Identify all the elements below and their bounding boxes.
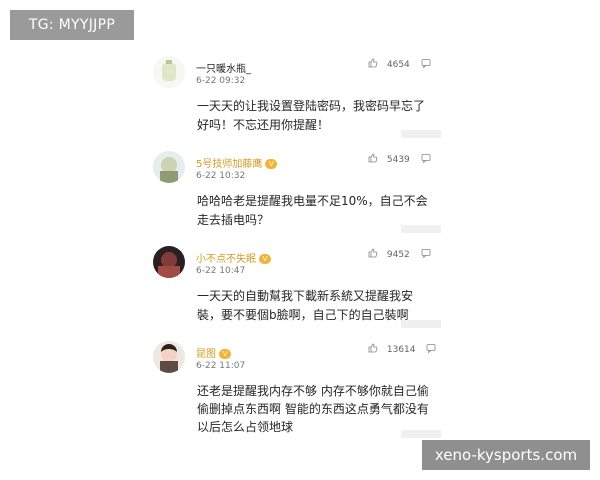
comment-feed: 一只暖水瓶_ 6-22 09:32 4654 一天天的让我设置登陆密码，我密码早… — [145, 34, 445, 444]
watermark-top-left: TG: MYYJJPP — [10, 10, 134, 40]
like-count: 9452 — [386, 250, 410, 260]
thumbs-up-icon[interactable] — [368, 58, 378, 68]
comment-text: 一天天的让我设置登陆密码，我密码早忘了好吗！不忘还用你提醒！ — [197, 99, 426, 132]
vip-badge-icon: V — [219, 349, 231, 359]
user-name[interactable]: 一只暖水瓶_ — [196, 60, 251, 75]
comment-item: 一只暖水瓶_ 6-22 09:32 4654 一天天的让我设置登陆密码，我密码早… — [145, 42, 445, 138]
comment-text: 还老是提醒我内存不够 内存不够你就自己偷偷删掉点东西啊 智能的东西这点勇气都没有… — [197, 384, 429, 434]
reply-icon[interactable] — [421, 248, 431, 259]
thumbs-up-icon[interactable] — [368, 343, 378, 353]
like-count: 4654 — [386, 60, 410, 70]
watermark-bottom-right: xeno-kysports.com — [422, 440, 590, 470]
like-count-block[interactable]: 4654 — [368, 58, 431, 70]
avatar[interactable] — [153, 151, 185, 183]
reply-icon[interactable] — [426, 343, 436, 354]
like-count-block[interactable]: 13614 — [368, 343, 436, 355]
like-count: 13614 — [386, 345, 416, 355]
thumbs-up-icon[interactable] — [368, 248, 378, 258]
timestamp: 6-22 09:32 — [196, 76, 246, 86]
comment-text: 一天天的自動幫我下載新系統又提醒我安裝，要不要個b臉啊，自己下的自己裝啊 — [197, 289, 414, 322]
comment-item: 5号技师加藤鹰 V 6-22 10:32 5439 哈哈哈老是提醒我电量不足10%… — [145, 137, 445, 233]
thumbs-up-icon[interactable] — [368, 153, 378, 163]
comment-text: 哈哈哈老是提醒我电量不足10%，自己不会走去插电吗？ — [197, 194, 428, 227]
reply-icon[interactable] — [421, 153, 431, 164]
vip-badge-icon: V — [265, 159, 278, 169]
comment-item: 小不点不失眠 V 6-22 10:47 9452 一天天的自動幫我下載新系統又提醒… — [145, 232, 445, 328]
avatar[interactable] — [153, 341, 185, 373]
avatar[interactable] — [153, 246, 185, 278]
vip-badge-icon: V — [259, 254, 271, 264]
separator — [401, 430, 441, 438]
timestamp: 6-22 10:47 — [196, 266, 246, 276]
avatar[interactable] — [153, 56, 185, 88]
like-count-block[interactable]: 5439 — [368, 153, 431, 165]
reply-icon[interactable] — [421, 58, 431, 69]
user-name[interactable]: 5号技师加藤鹰 V — [196, 155, 278, 170]
like-count-block[interactable]: 9452 — [368, 248, 431, 260]
timestamp: 6-22 10:32 — [196, 171, 246, 181]
like-count: 5439 — [386, 155, 410, 165]
timestamp: 6-22 11:07 — [196, 361, 246, 371]
comment-item: 昆图 V 6-22 11:07 13614 还老是提醒我内存不够 内存不够你就自己… — [145, 327, 445, 438]
user-name[interactable]: 小不点不失眠 V — [196, 250, 271, 265]
user-name[interactable]: 昆图 V — [196, 345, 231, 360]
